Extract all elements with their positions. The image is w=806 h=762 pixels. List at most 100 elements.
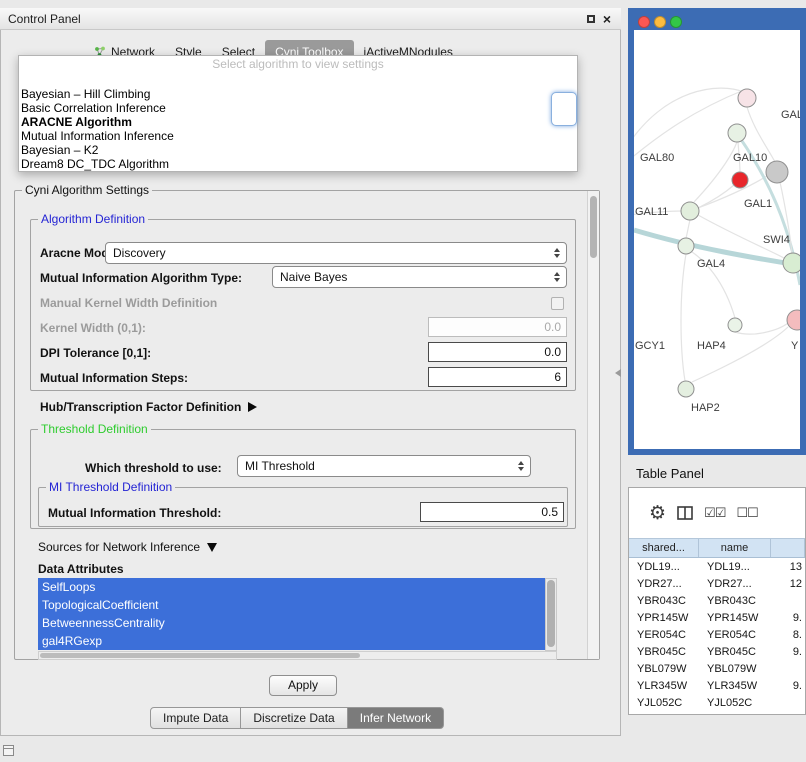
network-node[interactable]: [728, 318, 742, 332]
table-cell: 12: [771, 578, 805, 590]
mi-steps-label: Mutual Information Steps:: [40, 371, 188, 385]
table-panel: ⚙☑☑☐☐ shared...name YDL19...YDL19...13YD…: [628, 487, 806, 715]
attribute-list-item[interactable]: TopologicalCoefficient: [38, 596, 545, 614]
mi-threshold-definition-title: MI Threshold Definition: [46, 480, 175, 494]
node-label: GAL80: [640, 152, 674, 164]
table-row[interactable]: YJL052CYJL052C: [629, 694, 805, 711]
algorithm-option[interactable]: Dream8 DC_TDC Algorithm: [19, 157, 577, 171]
table-row[interactable]: YER054CYER054C8.: [629, 626, 805, 643]
network-edge[interactable]: [735, 323, 788, 334]
scrollbar-thumb[interactable]: [590, 196, 597, 258]
table-cell: YDR27...: [699, 578, 771, 590]
zoom-window-icon[interactable]: [670, 16, 682, 28]
threshold-definition-title: Threshold Definition: [38, 422, 151, 436]
algorithm-option[interactable]: Mutual Information Inference: [19, 129, 577, 143]
hub-section-toggle[interactable]: Hub/Transcription Factor Definition: [40, 400, 257, 414]
algorithm-option[interactable]: ARACNE Algorithm: [19, 115, 577, 129]
mi-algorithm-type-label: Mutual Information Algorithm Type:: [40, 271, 242, 285]
tab-discretize-data[interactable]: Discretize Data: [241, 707, 347, 729]
network-edge[interactable]: [692, 327, 788, 382]
network-edge[interactable]: [694, 142, 737, 202]
network-edge[interactable]: [686, 220, 690, 238]
network-edge[interactable]: [681, 254, 686, 381]
network-edge[interactable]: [634, 90, 744, 160]
algorithm-option[interactable]: Basic Correlation Inference: [19, 101, 577, 115]
bottom-tab-bar: Impute DataDiscretize DataInfer Network: [150, 707, 444, 729]
table-cell: 9.: [771, 646, 805, 658]
scrollbar-thumb[interactable]: [547, 580, 555, 647]
network-node[interactable]: [678, 238, 694, 254]
minimize-window-icon[interactable]: [654, 16, 666, 28]
table-cell: YER054C: [629, 629, 699, 641]
apply-button[interactable]: Apply: [269, 675, 337, 696]
docked-panel-icon[interactable]: [3, 745, 14, 756]
network-node[interactable]: [681, 202, 699, 220]
table-cell: YDR27...: [629, 578, 699, 590]
table-row[interactable]: YBL079WYBL079W: [629, 660, 805, 677]
network-node[interactable]: [783, 253, 800, 273]
settings-gear-icon[interactable]: ⚙: [649, 502, 666, 525]
algorithm-option[interactable]: Bayesian – K2: [19, 143, 577, 157]
manual-kernel-width-checkbox[interactable]: [551, 297, 564, 310]
close-window-icon[interactable]: [638, 16, 650, 28]
network-node[interactable]: [728, 124, 746, 142]
unselect-all-columns-icon[interactable]: ☐☐: [736, 505, 757, 521]
column-header[interactable]: [771, 539, 805, 557]
select-all-columns-icon[interactable]: ☑☑: [704, 505, 725, 521]
node-label: Y: [791, 340, 799, 352]
aracne-mode-value: Discovery: [106, 246, 550, 260]
panel-divider-handle[interactable]: [615, 369, 621, 377]
network-node[interactable]: [678, 381, 694, 397]
table-cell: YPR145W: [699, 612, 771, 624]
tab-infer-network[interactable]: Infer Network: [348, 707, 444, 729]
network-view-window: GALGAL80GAL10GAL11GAL1SWI4GAL4GCY1HAP4YH…: [628, 8, 806, 455]
attribute-list-item[interactable]: BetweennessCentrality: [38, 614, 545, 632]
algorithm-option[interactable]: Bayesian – Hill Climbing: [19, 87, 577, 101]
column-header[interactable]: shared...: [629, 539, 699, 557]
attributes-vertical-scrollbar[interactable]: [545, 578, 557, 651]
network-node[interactable]: [732, 172, 748, 188]
control-panel-titlebar[interactable]: Control Panel ×: [0, 8, 621, 30]
sources-section-toggle[interactable]: Sources for Network Inference: [38, 540, 217, 554]
which-threshold-label: Which threshold to use:: [85, 461, 222, 475]
table-cell: YDL19...: [629, 561, 699, 573]
dpi-tolerance-field[interactable]: 0.0: [428, 342, 567, 362]
table-row[interactable]: YBR043CYBR043C: [629, 592, 805, 609]
column-layout-icon[interactable]: [677, 506, 693, 520]
column-header[interactable]: name: [699, 539, 771, 557]
network-edge[interactable]: [698, 185, 734, 208]
attribute-list-item[interactable]: gal4RGexp: [38, 632, 545, 650]
network-node[interactable]: [738, 89, 756, 107]
algorithm-combo-scrollbar-fragment[interactable]: [551, 92, 577, 126]
mi-threshold-field[interactable]: 0.5: [420, 502, 564, 522]
table-row[interactable]: YPR145WYPR145W9.: [629, 609, 805, 626]
scrollbar-thumb[interactable]: [40, 653, 360, 658]
table-panel-title: Table Panel: [636, 466, 704, 481]
node-label: GCY1: [635, 340, 665, 352]
table-row[interactable]: YLR345WYLR345W9.: [629, 677, 805, 694]
network-node[interactable]: [787, 310, 800, 330]
manual-kernel-width-label: Manual Kernel Width Definition: [40, 296, 217, 310]
attributes-horizontal-scrollbar[interactable]: [38, 651, 557, 660]
network-canvas[interactable]: GALGAL80GAL10GAL11GAL1SWI4GAL4GCY1HAP4YH…: [634, 30, 800, 449]
network-node[interactable]: [766, 161, 788, 183]
float-window-icon[interactable]: [583, 11, 599, 27]
table-cell: YBR043C: [629, 595, 699, 607]
mi-algorithm-type-select[interactable]: Naive Bayes: [272, 266, 567, 288]
attribute-list-item[interactable]: SelfLoops: [38, 578, 545, 596]
aracne-mode-select[interactable]: Discovery: [105, 242, 567, 264]
table-row[interactable]: YDL19...YDL19...13: [629, 558, 805, 575]
settings-scrollbar[interactable]: [587, 191, 599, 659]
table-row[interactable]: YBR045CYBR045C9.: [629, 643, 805, 660]
tab-impute-data[interactable]: Impute Data: [150, 707, 241, 729]
mi-threshold-label: Mutual Information Threshold:: [48, 506, 221, 520]
mi-algorithm-type-value: Naive Bayes: [273, 270, 550, 284]
algorithm-definition-title: Algorithm Definition: [38, 212, 148, 226]
table-row[interactable]: YDR27...YDR27...12: [629, 575, 805, 592]
algorithm-dropdown-list: Bayesian – Hill ClimbingBasic Correlatio…: [19, 87, 577, 171]
which-threshold-value: MI Threshold: [238, 459, 514, 473]
which-threshold-select[interactable]: MI Threshold: [237, 455, 531, 477]
mi-steps-field[interactable]: 6: [428, 367, 567, 387]
close-icon[interactable]: ×: [599, 11, 615, 27]
kernel-width-field: 0.0: [428, 317, 567, 337]
